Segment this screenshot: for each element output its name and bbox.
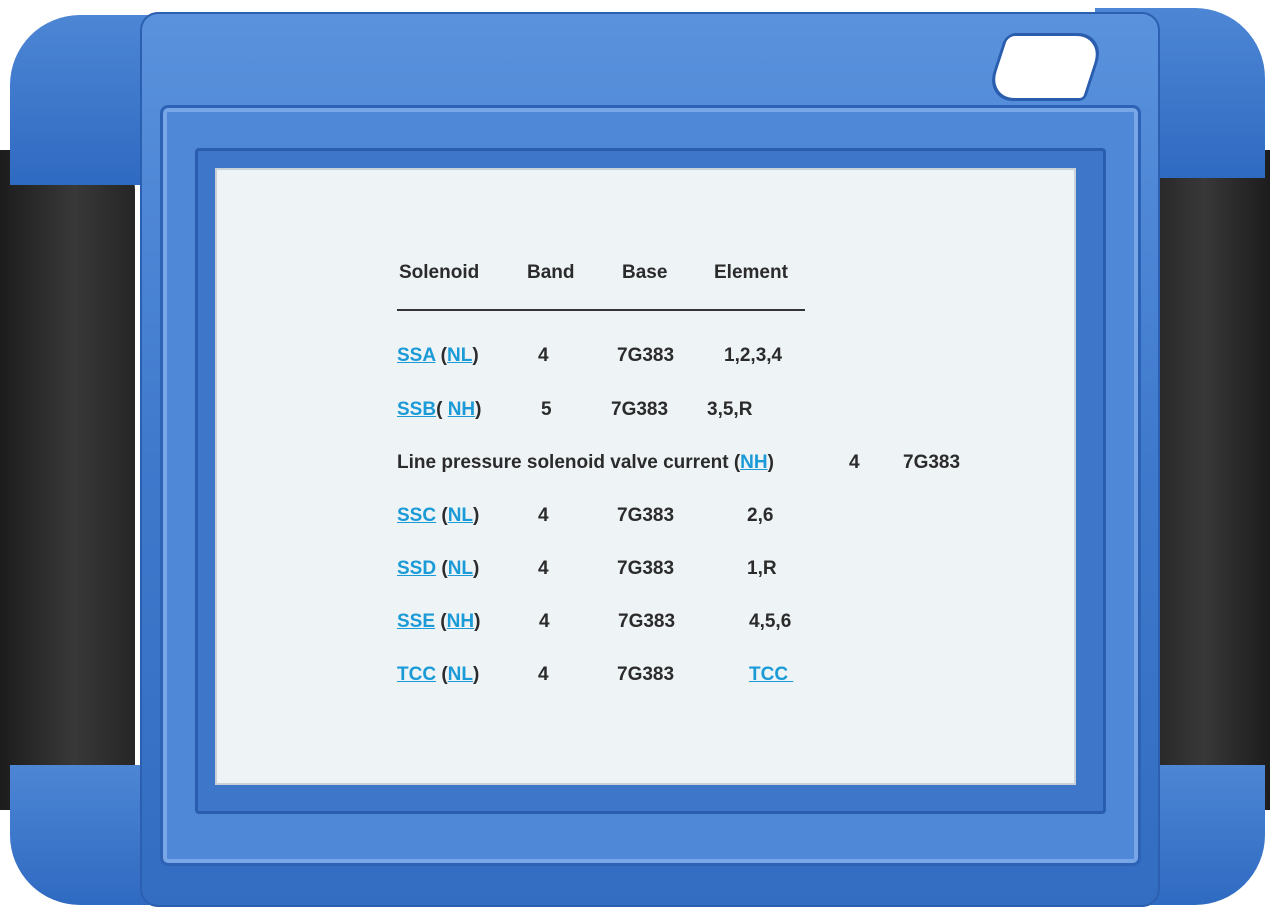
mode-link[interactable]: NH <box>740 452 767 473</box>
solenoid-cell: SSC (NL) <box>397 505 479 527</box>
separator: ) <box>474 611 481 632</box>
separator: ( <box>436 558 448 579</box>
separator: ( <box>436 399 448 420</box>
solenoid-cell: Line pressure solenoid valve current (NH… <box>397 452 774 474</box>
separator: ) <box>473 505 480 526</box>
base-cell: 7G383 <box>903 452 961 473</box>
band-cell: 5 <box>541 399 552 420</box>
solenoid-text: Line pressure solenoid valve current ( <box>397 452 741 473</box>
solenoid-cell: SSB( NH) <box>397 399 481 421</box>
base-cell: 7G383 <box>617 345 675 366</box>
separator: ) <box>767 452 774 473</box>
element-link[interactable]: TCC <box>749 664 793 686</box>
solenoid-link[interactable]: SSA <box>397 345 435 366</box>
left-rubber-grip <box>0 150 135 810</box>
header-divider <box>397 309 805 311</box>
element-cell: 4,5,6 <box>749 611 792 632</box>
device-screen: Solenoid Band Base Element SSA (NL) 4 7G… <box>215 168 1076 785</box>
solenoid-link[interactable]: SSD <box>397 558 436 579</box>
separator: ( <box>436 664 448 685</box>
header-band: Band <box>527 262 575 283</box>
solenoid-link[interactable]: SSE <box>397 611 435 632</box>
band-cell: 4 <box>538 345 549 366</box>
base-cell: 7G383 <box>617 558 675 579</box>
element-cell: 3,5,R <box>707 399 753 420</box>
mode-link[interactable]: NL <box>448 505 473 526</box>
mode-link[interactable]: NL <box>448 664 473 685</box>
separator: ( <box>436 505 448 526</box>
solenoid-cell: SSA (NL) <box>397 345 479 367</box>
band-cell: 4 <box>849 452 860 473</box>
mode-link[interactable]: NL <box>447 345 472 366</box>
separator: ( <box>435 345 447 366</box>
mode-link[interactable]: NH <box>447 611 474 632</box>
header-solenoid: Solenoid <box>399 262 480 283</box>
separator: ) <box>473 664 480 685</box>
band-cell: 4 <box>538 558 549 579</box>
right-rubber-grip <box>1150 150 1270 810</box>
header-element: Element <box>714 262 788 283</box>
base-cell: 7G383 <box>617 505 675 526</box>
band-cell: 4 <box>538 664 549 685</box>
mode-link[interactable]: NH <box>448 399 475 420</box>
separator: ) <box>475 399 482 420</box>
header-base: Base <box>622 262 668 283</box>
solenoid-cell: SSD (NL) <box>397 558 479 580</box>
element-cell: 1,R <box>747 558 777 579</box>
solenoid-link[interactable]: TCC <box>397 664 436 685</box>
base-cell: 7G383 <box>617 664 675 685</box>
band-cell: 4 <box>539 611 550 632</box>
solenoid-cell: TCC (NL) <box>397 664 479 686</box>
solenoid-link[interactable]: SSC <box>397 505 436 526</box>
mode-link[interactable]: NL <box>448 558 473 579</box>
band-cell: 4 <box>538 505 549 526</box>
separator: ( <box>435 611 447 632</box>
element-cell: 2,6 <box>747 505 774 526</box>
element-cell: 1,2,3,4 <box>724 345 783 366</box>
base-cell: 7G383 <box>618 611 676 632</box>
separator: ) <box>473 558 480 579</box>
separator: ) <box>472 345 479 366</box>
solenoid-link[interactable]: SSB <box>397 399 436 420</box>
base-cell: 7G383 <box>611 399 669 420</box>
solenoid-cell: SSE (NH) <box>397 611 480 633</box>
